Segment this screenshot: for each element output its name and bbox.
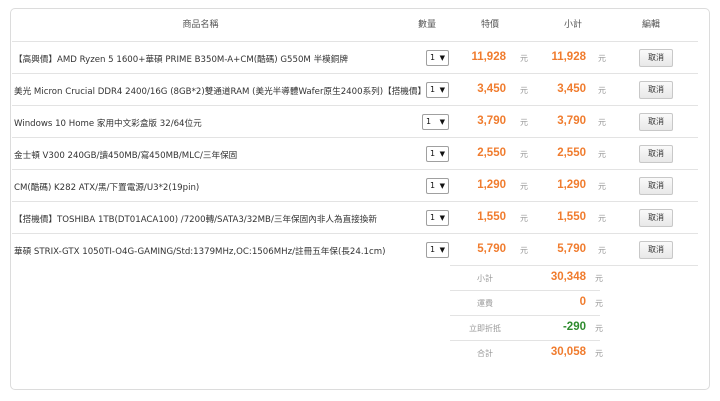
item-subtotal: 11,928 — [551, 51, 586, 63]
header-price: 特價 — [480, 20, 499, 30]
summary-shipping-row: 運費 0 元 — [450, 290, 603, 315]
item-price: 5,790 — [477, 243, 506, 255]
currency-label: 元 — [598, 54, 606, 63]
cart-item-row: 華碩 STRIX-GTX 1050TI-O4G-GAMING/Std:1379M… — [12, 233, 698, 265]
header-quantity: 數量 — [417, 20, 436, 30]
header-subtotal: 小計 — [563, 20, 582, 30]
cart-item-row: 【高興價】AMD Ryzen 5 1600+華碩 PRIME B350M-A+C… — [12, 41, 698, 73]
cart-item-row: 金士頓 V300 240GB/讀450MB/寫450MB/MLC/三年保固 1 ▼… — [12, 137, 698, 169]
header-edit: 編輯 — [641, 20, 660, 30]
item-name: 華碩 STRIX-GTX 1050TI-O4G-GAMING/Std:1379M… — [14, 247, 386, 257]
cart-item-row: 美光 Micron Crucial DDR4 2400/16G (8GB*2)雙… — [12, 73, 698, 105]
summary-discount-row: 立即折抵 -290 元 — [450, 315, 603, 340]
item-subtotal: 2,550 — [557, 147, 586, 159]
currency-label: 元 — [595, 274, 603, 283]
currency-label: 元 — [598, 182, 606, 191]
cancel-button[interactable]: 取消 — [639, 209, 673, 227]
currency-label: 元 — [598, 150, 606, 159]
item-price: 1,550 — [477, 211, 506, 223]
item-subtotal: 1,550 — [557, 211, 586, 223]
currency-label: 元 — [595, 324, 603, 333]
item-price: 1,290 — [477, 179, 506, 191]
total-value: 30,058 — [550, 346, 586, 358]
item-price: 2,550 — [477, 147, 506, 159]
cancel-button[interactable]: 取消 — [639, 177, 673, 195]
currency-label: 元 — [595, 299, 603, 308]
item-price: 11,928 — [471, 51, 506, 63]
currency-label: 元 — [598, 214, 606, 223]
summary-subtotal-row: 小計 30,348 元 — [450, 265, 698, 290]
currency-label: 元 — [595, 349, 603, 358]
item-name: 【高興價】AMD Ryzen 5 1600+華碩 PRIME B350M-A+C… — [14, 55, 348, 65]
item-price: 3,790 — [477, 115, 506, 127]
item-name: Windows 10 Home 家用中文彩盒版 32/64位元 — [14, 119, 202, 129]
item-subtotal: 3,790 — [557, 115, 586, 127]
cancel-button[interactable]: 取消 — [639, 241, 673, 259]
item-name: 美光 Micron Crucial DDR4 2400/16G (8GB*2)雙… — [14, 87, 427, 97]
item-name: 【搭機價】TOSHIBA 1TB(DT01ACA100) /7200轉/SATA… — [14, 215, 377, 225]
currency-label: 元 — [598, 86, 606, 95]
shipping-value: 0 — [579, 296, 586, 308]
currency-label: 元 — [598, 118, 606, 127]
cancel-button[interactable]: 取消 — [639, 81, 673, 99]
summary-total-row: 合計 30,058 元 — [450, 340, 603, 365]
item-name: CM(酷碼) K282 ATX/黑/下置電源/U3*2(19pin) — [14, 183, 200, 193]
discount-value: -290 — [562, 321, 586, 333]
currency-label: 元 — [598, 246, 606, 255]
item-price: 3,450 — [477, 83, 506, 95]
cart-item-row: Windows 10 Home 家用中文彩盒版 32/64位元 1 ▼ 3,790… — [12, 105, 698, 137]
subtotal-value: 30,348 — [550, 271, 586, 283]
item-name: 金士頓 V300 240GB/讀450MB/寫450MB/MLC/三年保固 — [14, 151, 238, 161]
item-subtotal: 1,290 — [557, 179, 586, 191]
item-subtotal: 5,790 — [557, 243, 586, 255]
cancel-button[interactable]: 取消 — [639, 145, 673, 163]
cancel-button[interactable]: 取消 — [639, 49, 673, 67]
cancel-button[interactable]: 取消 — [639, 113, 673, 131]
cart-item-row: CM(酷碼) K282 ATX/黑/下置電源/U3*2(19pin) 1 ▼ 1,… — [12, 169, 698, 201]
item-subtotal: 3,450 — [557, 83, 586, 95]
header-product-name: 商品名稱 — [182, 20, 219, 30]
cart-item-row: 【搭機價】TOSHIBA 1TB(DT01ACA100) /7200轉/SATA… — [12, 201, 698, 233]
